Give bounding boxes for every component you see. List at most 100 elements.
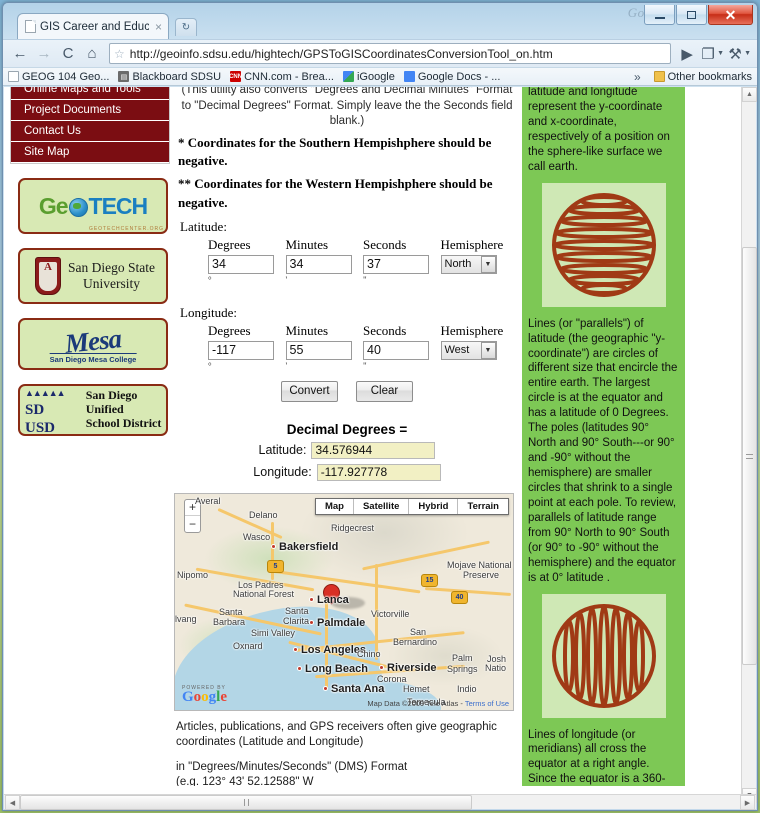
- blackboard-icon: ▤: [118, 71, 130, 82]
- second-symbol: ": [363, 274, 367, 285]
- page-menu-icon[interactable]: ❐: [698, 43, 718, 65]
- scroll-right-icon[interactable]: ▶: [740, 795, 755, 810]
- chevron-down-icon[interactable]: ▼: [480, 255, 496, 273]
- sdsu-line-2: University: [83, 276, 140, 291]
- second-symbol: ": [363, 360, 367, 371]
- maximize-button[interactable]: [676, 5, 707, 25]
- map-terms-link[interactable]: Terms of Use: [465, 699, 509, 708]
- bookmark-geog104[interactable]: GEOG 104 Geo...: [8, 71, 109, 83]
- result-longitude-input[interactable]: [316, 463, 441, 481]
- latitude-hemisphere-select[interactable]: North ▼: [440, 254, 497, 274]
- longitude-minutes-input[interactable]: [285, 340, 352, 360]
- bookmarks-overflow-icon[interactable]: »: [634, 70, 645, 84]
- go-icon[interactable]: ▶: [677, 43, 697, 65]
- sidebar-item-contact-us[interactable]: Contact Us: [11, 121, 169, 142]
- result-latitude-input[interactable]: [311, 441, 436, 459]
- sidebar-item-project-documents[interactable]: Project Documents: [11, 100, 169, 121]
- zoom-out-icon[interactable]: −: [185, 516, 200, 532]
- dms-format-line: in "Degrees/Minutes/Seconds" (DMS) Forma…: [176, 760, 408, 773]
- browser-window: Google ✕ GIS Career and Educ... × ↻ ← → …: [2, 2, 758, 811]
- web-page: Online Maps and Tools Project Documents …: [4, 87, 741, 786]
- utility-note: (This utility also converts "Degrees and…: [181, 87, 513, 128]
- longitude-seconds-input[interactable]: [363, 340, 429, 360]
- sdsu-logo[interactable]: San Diego State University: [18, 248, 168, 304]
- chevron-down-icon[interactable]: ▼: [480, 341, 496, 359]
- convert-button[interactable]: Convert: [281, 380, 338, 402]
- map-attribution: Map Data ©2009 Tele Atlas - Terms of Use: [367, 699, 509, 708]
- footer-paragraph-2: in "Degrees/Minutes/Seconds" (DMS) Forma…: [176, 760, 518, 786]
- minimize-button[interactable]: [644, 5, 675, 25]
- longitude-degrees-field: Degrees °: [208, 323, 286, 371]
- map-tab-map[interactable]: Map: [315, 498, 354, 514]
- scroll-up-icon[interactable]: ▲: [742, 87, 757, 102]
- new-tab-button[interactable]: ↻: [175, 18, 197, 36]
- tab-gis-career[interactable]: GIS Career and Educ... ×: [17, 13, 169, 39]
- bookmark-igoogle[interactable]: iGoogle: [342, 71, 395, 83]
- latitude-degrees-input[interactable]: [208, 254, 274, 274]
- map-city-dot: [379, 664, 384, 670]
- address-bar[interactable]: ☆ http://geoinfo.sdsu.edu/hightech/GPSTo…: [109, 43, 672, 64]
- sdusd-logo[interactable]: ▲▲▲▲▲ SD USD San Diego Unified School Di…: [18, 384, 168, 436]
- latitude-seconds-input[interactable]: [363, 254, 429, 274]
- result-longitude-label: Longitude:: [253, 465, 312, 480]
- window-controls: ✕: [643, 5, 753, 25]
- latitude-minutes-input[interactable]: [285, 254, 352, 274]
- latitude-label: Latitude:: [180, 218, 227, 234]
- right-paragraph-2: Lines (or "parallels") of latitude (the …: [528, 317, 678, 584]
- mesa-college-logo[interactable]: Mesa San Diego Mesa College: [18, 318, 168, 370]
- map-city-label: Lanca: [317, 593, 349, 606]
- close-icon[interactable]: ×: [153, 20, 164, 34]
- bookmark-blackboard[interactable]: ▤ Blackboard SDSU: [118, 71, 221, 83]
- bookmark-google-docs[interactable]: Google Docs - ...: [403, 70, 501, 83]
- horizontal-scroll-thumb[interactable]: [20, 795, 472, 810]
- toolbar-right-group: ▶ ❐ ▼ ⚒ ▼: [677, 43, 751, 65]
- bookmark-label: Google Docs - ...: [417, 70, 501, 83]
- other-bookmarks-folder[interactable]: Other bookmarks: [653, 70, 752, 83]
- wrench-icon[interactable]: ⚒: [725, 43, 745, 65]
- reload-icon[interactable]: C: [57, 43, 79, 65]
- longitude-hemisphere-select[interactable]: West ▼: [440, 340, 497, 360]
- latitude-seconds-field: Seconds ": [363, 237, 441, 285]
- google-map[interactable]: + − Map Satellite Hybrid Terrain Delano W…: [174, 492, 514, 711]
- map-city-dot: [297, 665, 302, 671]
- sidebar-item-online-maps[interactable]: Online Maps and Tools: [11, 87, 169, 100]
- map-city-label: Palmdale: [317, 616, 366, 629]
- map-attribution-text: Map Data ©2009 Tele Atlas -: [367, 698, 465, 708]
- folder-icon: [653, 71, 665, 82]
- page-viewport: Online Maps and Tools Project Documents …: [4, 87, 756, 803]
- column-header-degrees: Degrees: [208, 322, 251, 338]
- horizontal-scrollbar[interactable]: ◀ ▶: [4, 794, 756, 810]
- other-bookmarks-label: Other bookmarks: [667, 70, 752, 83]
- map-tab-terrain[interactable]: Terrain: [458, 499, 508, 514]
- map-tab-hybrid[interactable]: Hybrid: [409, 498, 459, 514]
- vertical-scrollbar[interactable]: ▲ ▼: [741, 87, 757, 803]
- meridians-of-longitude-globe: [541, 593, 666, 718]
- geotech-logo[interactable]: Ge TECH GEOTECHCENTER.ORG: [18, 178, 168, 234]
- map-tab-satellite[interactable]: Satellite: [354, 498, 410, 514]
- home-icon[interactable]: ⌂: [81, 43, 103, 65]
- sdsu-logo-text: San Diego State University: [68, 260, 155, 291]
- geotech-logo-text-b: TECH: [88, 192, 149, 219]
- sidebar-item-site-map[interactable]: Site Map: [11, 142, 169, 163]
- latitude-degrees-field: Degrees °: [208, 237, 286, 285]
- tab-label: GIS Career and Educ...: [40, 20, 149, 33]
- map-city-dot: [309, 596, 314, 602]
- close-button[interactable]: ✕: [708, 5, 753, 25]
- longitude-degrees-input[interactable]: [208, 340, 274, 360]
- map-city-label: Bakersfield: [279, 540, 339, 553]
- forward-icon[interactable]: →: [33, 43, 55, 65]
- vertical-scroll-thumb[interactable]: [742, 247, 757, 665]
- back-icon[interactable]: ←: [9, 43, 31, 65]
- clear-button[interactable]: Clear: [356, 380, 413, 402]
- bookmarks-bar: GEOG 104 Geo... ▤ Blackboard SDSU CNN CN…: [3, 67, 757, 86]
- longitude-seconds-field: Seconds ": [363, 323, 441, 371]
- scroll-left-icon[interactable]: ◀: [5, 795, 20, 810]
- footer-paragraph-1: Articles, publications, and GPS receiver…: [176, 720, 497, 749]
- grip-icon: [746, 453, 753, 459]
- form-buttons: Convert Clear: [176, 380, 518, 402]
- bookmark-cnn[interactable]: CNN CNN.com - Brea...: [229, 71, 334, 83]
- map-city-label: Averal: [195, 495, 221, 506]
- map-city-label: Santa: [219, 606, 243, 617]
- star-icon[interactable]: ☆: [114, 47, 125, 61]
- map-city-dot: [323, 685, 328, 691]
